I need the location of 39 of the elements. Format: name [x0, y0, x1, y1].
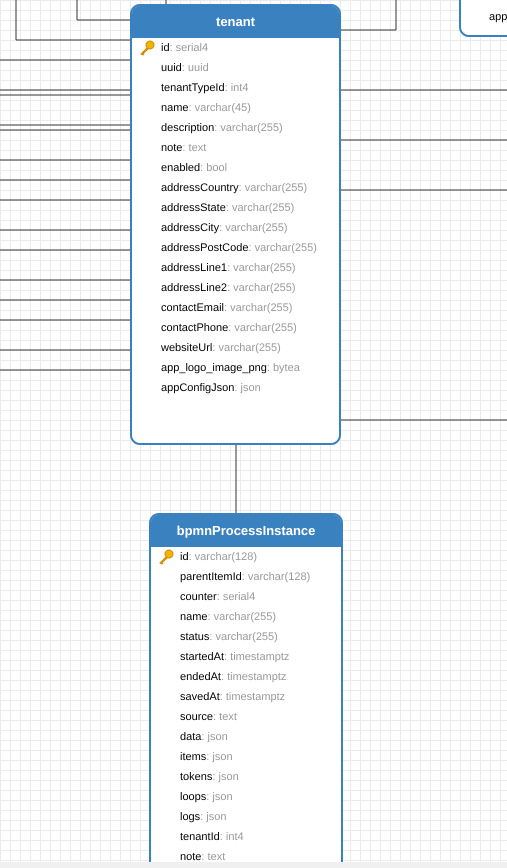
field-row-text: tenantId: int4	[180, 830, 244, 845]
field-row-text: name: varchar(45)	[161, 100, 251, 116]
field-row-text: contactPhone: varchar(255)	[161, 320, 297, 336]
field-row-text: items: json	[180, 750, 233, 765]
field-row-text: source: text	[180, 710, 237, 725]
field-row-text: websiteUrl: varchar(255)	[161, 340, 281, 356]
key-icon	[139, 40, 155, 56]
field-row-text: addressCity: varchar(255)	[161, 220, 288, 236]
field-row-text: addressState: varchar(255)	[161, 200, 294, 216]
field-row-text: status: varchar(255)	[180, 630, 278, 645]
table-title: bpmnProcessInstance	[151, 515, 341, 547]
field-row-text: enabled: bool	[161, 160, 228, 176]
field-row-text: app	[489, 10, 507, 25]
field-row-text: counter: serial4	[180, 590, 256, 605]
field-row-text: addressLine1: varchar(255)	[161, 260, 296, 276]
field-row-text: data: json	[180, 730, 228, 745]
field-row-text: tokens: json	[180, 770, 239, 785]
field-row-text: name: varchar(255)	[180, 610, 276, 625]
field-row-text: contactEmail: varchar(255)	[161, 300, 292, 316]
table-title: tenant	[132, 6, 339, 38]
field-row-text: endedAt: timestamptz	[180, 670, 286, 685]
field-row-text: uuid: uuid	[161, 60, 209, 76]
field-row-text: parentItemId: varchar(128)	[180, 570, 310, 585]
field-row-text: description: varchar(255)	[161, 120, 283, 136]
field-row-text: loops: json	[180, 790, 233, 805]
field-row-text: id: varchar(128)	[180, 550, 258, 565]
field-row-text: note: text	[180, 850, 226, 865]
field-row-text: startedAt: timestamptz	[180, 650, 290, 665]
field-row-text: addressCountry: varchar(255)	[161, 180, 308, 196]
field-row-text: id: serial4	[161, 40, 208, 56]
key-icon	[158, 549, 174, 565]
field-row-text: app_logo_image_png: bytea	[161, 360, 300, 376]
field-row-text: appConfigJson: json	[161, 380, 261, 396]
field-row-text: logs: json	[180, 810, 226, 825]
field-row-text: addressPostCode: varchar(255)	[161, 240, 317, 256]
field-row-text: addressLine2: varchar(255)	[161, 280, 296, 296]
field-row-text: note: text	[161, 140, 206, 156]
field-row-text: tenantTypeId: int4	[161, 80, 248, 96]
field-row-text: savedAt: timestamptz	[180, 690, 286, 705]
